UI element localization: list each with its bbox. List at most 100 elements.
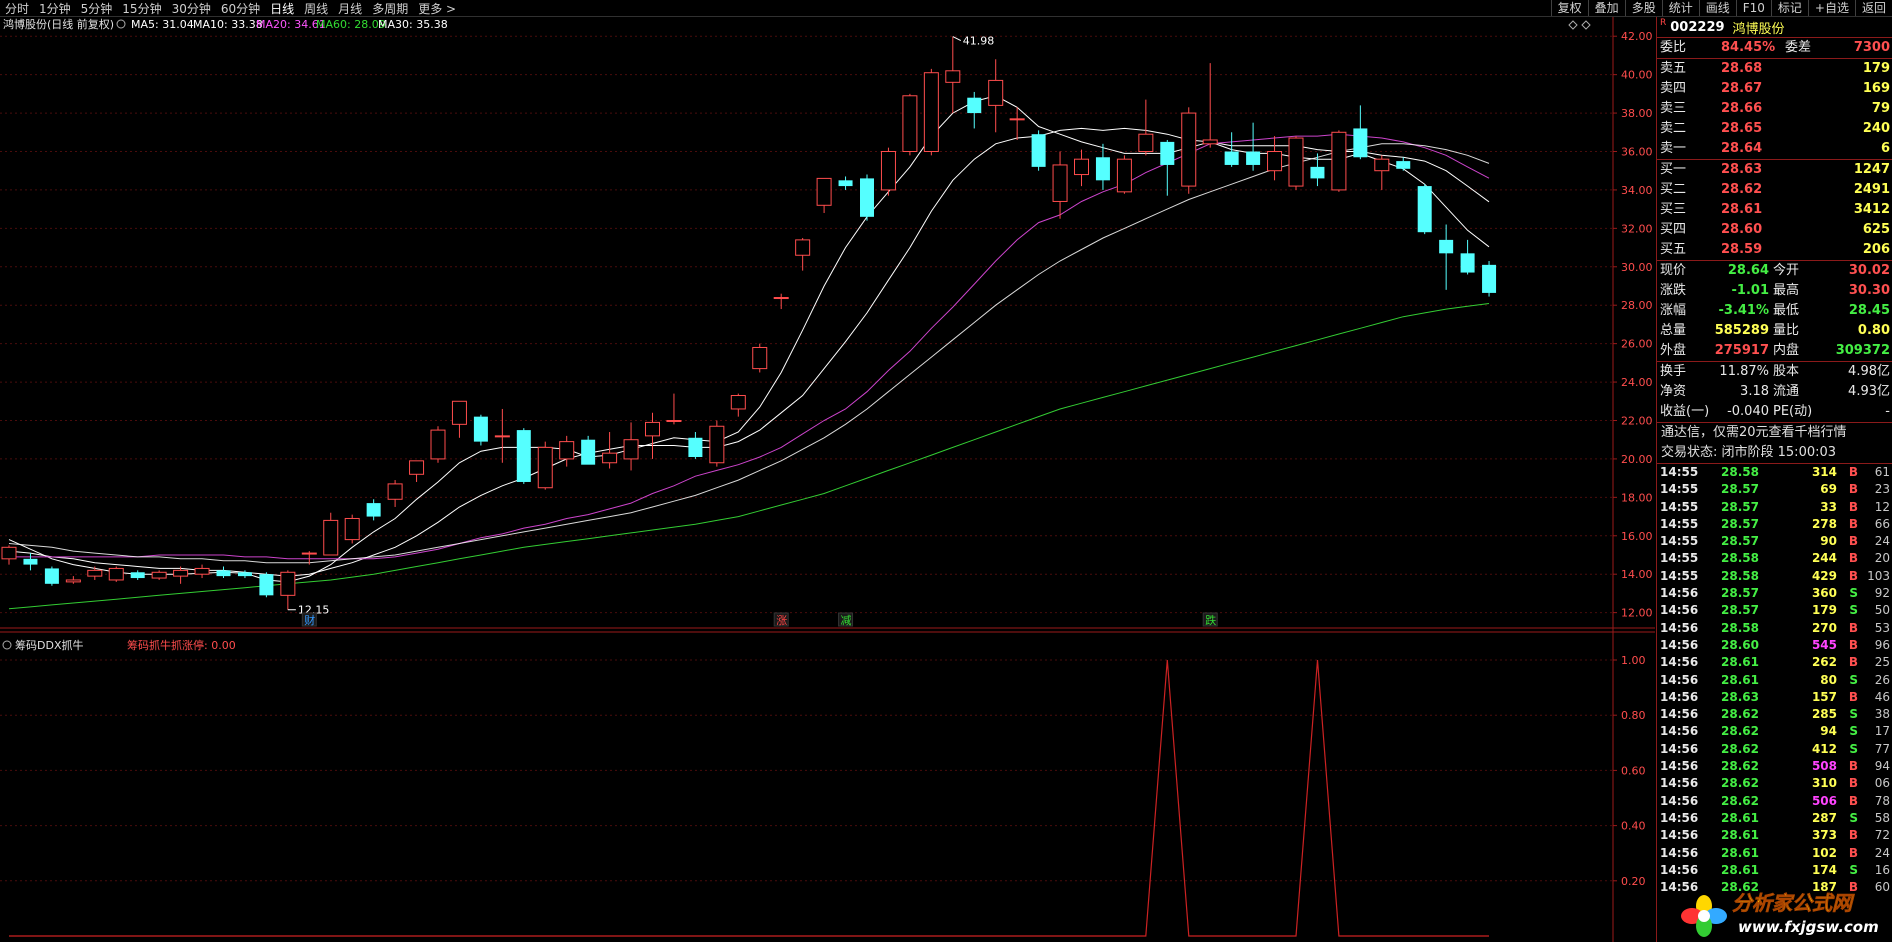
diamond-icon[interactable] [1568, 20, 1578, 30]
candle-body-down[interactable] [1095, 157, 1110, 181]
tab-timeframe-0[interactable]: 分时 [0, 0, 34, 17]
candle-body-up[interactable] [602, 452, 618, 464]
candle-body-down[interactable] [688, 437, 703, 457]
candle-body-up[interactable] [301, 552, 317, 555]
candle-body-up[interactable] [387, 483, 403, 500]
candle-body-up[interactable] [451, 400, 467, 425]
settings-circle-icon[interactable] [116, 19, 126, 29]
candle-body-up[interactable] [988, 79, 1004, 106]
toolbar-button-6[interactable]: 标记 [1770, 0, 1808, 16]
tab-timeframe-2[interactable]: 5分钟 [76, 0, 118, 17]
candle-body-up[interactable] [559, 441, 575, 460]
indicator-name[interactable]: 筹码DDX抓牛 [15, 638, 83, 652]
candle-body-up[interactable] [1, 546, 17, 560]
bid-row[interactable]: 买三 28.61 3412 [1657, 200, 1892, 220]
toolbar-button-0[interactable]: 复权 [1550, 0, 1588, 16]
candle-body-up[interactable] [902, 95, 918, 152]
candle-body-up[interactable] [430, 429, 446, 460]
candle-body-down[interactable] [1353, 128, 1368, 158]
candle-body-down[interactable] [259, 574, 274, 596]
candle-body-up[interactable] [730, 395, 746, 410]
stock-name[interactable]: 鸿博股份 [1733, 18, 1785, 37]
candle-body-up[interactable] [795, 239, 811, 256]
candle-body-down[interactable] [1031, 134, 1046, 167]
candle-body-up[interactable] [280, 571, 296, 596]
candle-body-up[interactable] [151, 571, 167, 579]
toolbar-button-5[interactable]: F10 [1735, 0, 1771, 16]
candle-body-down[interactable] [1224, 151, 1239, 165]
toolbar-button-3[interactable]: 统计 [1661, 0, 1699, 16]
ask-row[interactable]: 卖一 28.64 6 [1657, 139, 1892, 159]
diamond-icon[interactable] [1581, 20, 1591, 30]
tab-timeframe-9[interactable]: 多周期 [367, 0, 413, 17]
candle-body-up[interactable] [645, 421, 660, 437]
candle-body-up[interactable] [1202, 139, 1218, 145]
tab-timeframe-10[interactable]: 更多 > [413, 0, 461, 17]
candle-body-up[interactable] [108, 567, 124, 581]
toolbar-button-8[interactable]: 返回 [1854, 0, 1892, 16]
settings-circle-icon[interactable] [2, 640, 12, 650]
candle-body-up[interactable] [1331, 131, 1347, 191]
candle-body-down[interactable] [1396, 161, 1411, 169]
candle-body-up[interactable] [623, 439, 639, 460]
candle-body-down[interactable] [1310, 166, 1325, 179]
candle-body-down[interactable] [516, 430, 531, 482]
candle-body-up[interactable] [173, 569, 189, 577]
candle-body-up[interactable] [1374, 158, 1390, 172]
candle-body-up[interactable] [1138, 133, 1154, 152]
tab-timeframe-7[interactable]: 周线 [299, 0, 333, 17]
candle-body-down[interactable] [967, 97, 982, 114]
candle-body-up[interactable] [87, 569, 103, 577]
candle-body-down[interactable] [216, 570, 231, 577]
bid-row[interactable]: 买五 28.59 206 [1657, 240, 1892, 260]
candle-body-up[interactable] [666, 419, 682, 422]
candle-body-down[interactable] [366, 503, 381, 517]
candle-body-up[interactable] [1267, 150, 1283, 172]
stock-code[interactable]: 002229 [1670, 20, 1724, 35]
candle-body-up[interactable] [194, 567, 210, 575]
candle-body-down[interactable] [1439, 239, 1454, 254]
candle-body-up[interactable] [752, 346, 768, 370]
candle-body-up[interactable] [1288, 137, 1304, 187]
tab-timeframe-5[interactable]: 60分钟 [216, 0, 265, 17]
candle-body-down[interactable] [838, 180, 853, 187]
candle-body-down[interactable] [44, 568, 59, 584]
candle-body-down[interactable] [473, 416, 488, 442]
candle-body-up[interactable] [1181, 112, 1197, 187]
event-marker[interactable]: 财 [304, 613, 315, 627]
candle-body-down[interactable] [1460, 253, 1475, 273]
bid-row[interactable]: 买一 28.63 1247 [1657, 160, 1892, 180]
candle-body-up[interactable] [709, 425, 725, 464]
candle-body-down[interactable] [1417, 186, 1432, 233]
candle-body-up[interactable] [945, 70, 961, 83]
candle-body-down[interactable] [581, 439, 596, 465]
candle-body-up[interactable] [1074, 158, 1089, 176]
candle-body-up[interactable] [494, 435, 510, 438]
candle-body-up[interactable] [1009, 118, 1025, 121]
toolbar-button-2[interactable]: 多股 [1624, 0, 1662, 16]
toolbar-button-4[interactable]: 画线 [1698, 0, 1736, 16]
tab-timeframe-8[interactable]: 月线 [333, 0, 367, 17]
ask-row[interactable]: 卖四 28.67 169 [1657, 79, 1892, 99]
candle-body-up[interactable] [923, 72, 939, 152]
ask-row[interactable]: 卖二 28.65 240 [1657, 119, 1892, 139]
candle-body-down[interactable] [237, 572, 252, 577]
candle-body-down[interactable] [130, 572, 145, 579]
tab-timeframe-3[interactable]: 15分钟 [117, 0, 166, 17]
candle-body-down[interactable] [23, 558, 38, 565]
tab-timeframe-4[interactable]: 30分钟 [167, 0, 216, 17]
candle-body-up[interactable] [880, 150, 896, 191]
ask-row[interactable]: 卖三 28.66 79 [1657, 99, 1892, 119]
event-marker[interactable]: 减 [841, 614, 852, 627]
candle-body-up[interactable] [65, 579, 81, 583]
candle-body-down[interactable] [1246, 151, 1261, 165]
bid-row[interactable]: 买二 28.62 2491 [1657, 180, 1892, 200]
candle-body-up[interactable] [323, 519, 339, 556]
candle-body-up[interactable] [1116, 158, 1132, 193]
candle-body-down[interactable] [860, 178, 874, 217]
candle-body-up[interactable] [816, 177, 832, 206]
candle-body-up[interactable] [1052, 164, 1068, 202]
toolbar-button-7[interactable]: +自选 [1807, 0, 1855, 16]
level2-notice[interactable]: 通达信，仅需20元查看千档行情 [1657, 423, 1892, 443]
candle-body-up[interactable] [773, 297, 789, 300]
